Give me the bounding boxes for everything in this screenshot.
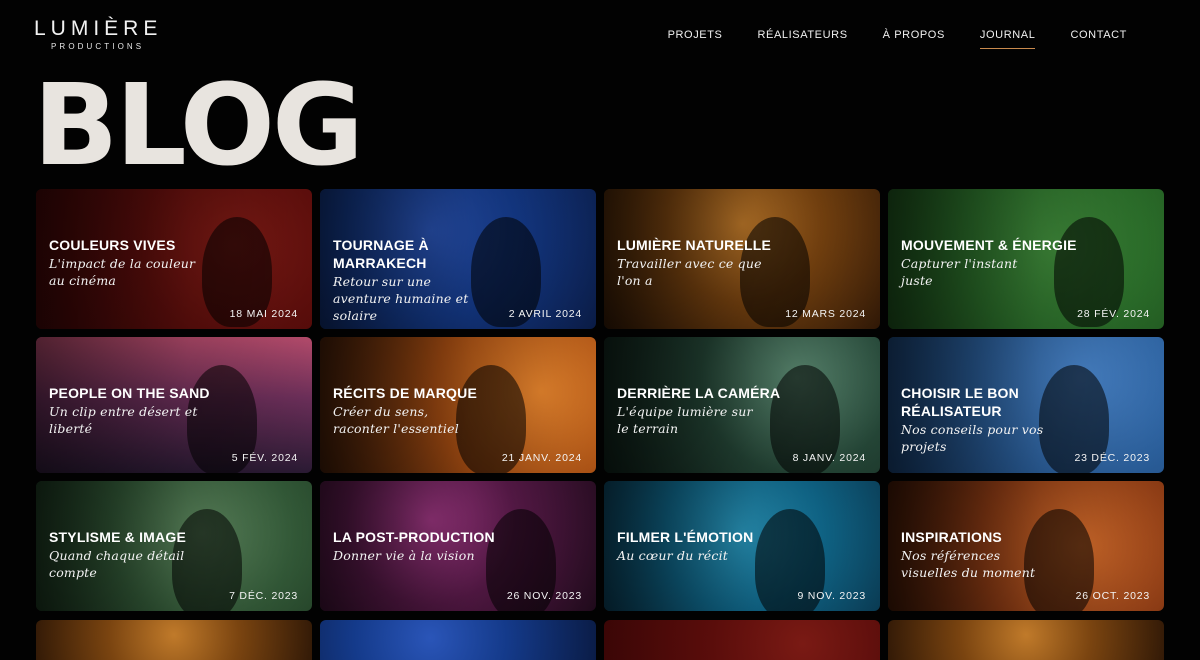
main-nav: PROJETS RÉALISATEURS À PROPOS JOURNAL CO…: [633, 29, 1127, 49]
post-card[interactable]: DERRIÈRE LA CAMÉRA L'équipe lumière sur l…: [604, 337, 880, 473]
post-title: RÉCITS DE MARQUE Créer du sens, raconter …: [333, 384, 523, 437]
post-date: 26 OCT. 2023: [1075, 590, 1150, 602]
brand-name: LUMIÈRE: [34, 17, 163, 40]
post-card-partial[interactable]: [604, 620, 880, 660]
post-card[interactable]: LUMIÈRE NATURELLE Travailler avec ce que …: [604, 189, 880, 329]
post-subtitle: Donner vie à la vision: [333, 548, 475, 563]
nav-a-propos[interactable]: À PROPOS: [883, 29, 945, 49]
post-date: 2 AVRIL 2024: [508, 308, 582, 320]
post-title: PEOPLE ON THE SAND Un clip entre désert e…: [49, 384, 239, 437]
post-subtitle: Quand chaque détail compte: [49, 548, 185, 580]
post-subtitle: L'équipe lumière sur le terrain: [617, 404, 753, 436]
post-title-text: STYLISME & IMAGE: [49, 529, 186, 545]
nav-projets[interactable]: PROJETS: [668, 29, 723, 49]
post-card[interactable]: LA POST-PRODUCTION Donner vie à la vision…: [320, 481, 596, 611]
post-title-text: DERRIÈRE LA CAMÉRA: [617, 385, 781, 401]
post-card[interactable]: MOUVEMENT & ÉNERGIE Capturer l'instant ju…: [888, 189, 1164, 329]
page-title: BLOG: [33, 61, 364, 191]
post-card[interactable]: COULEURS VIVES L'impact de la couleur au …: [36, 189, 312, 329]
post-subtitle: L'impact de la couleur au cinéma: [49, 256, 196, 288]
post-date: 12 MARS 2024: [785, 308, 866, 320]
post-card[interactable]: RÉCITS DE MARQUE Créer du sens, raconter …: [320, 337, 596, 473]
post-title: STYLISME & IMAGE Quand chaque détail comp…: [49, 528, 239, 581]
post-subtitle: Nos conseils pour vos projets: [901, 422, 1044, 454]
post-date: 5 FÉV. 2024: [231, 452, 298, 464]
post-date: 21 JANV. 2024: [501, 452, 582, 464]
nav-journal[interactable]: JOURNAL: [979, 29, 1036, 49]
post-title-text: PEOPLE ON THE SAND: [49, 385, 210, 401]
post-title: CHOISIR LE BON RÉALISATEUR Nos conseils p…: [901, 384, 1091, 455]
post-title: LA POST-PRODUCTION Donner vie à la vision: [333, 528, 523, 564]
post-subtitle: Créer du sens, raconter l'essentiel: [333, 404, 459, 436]
post-title-text: RÉCITS DE MARQUE: [333, 385, 477, 401]
post-card-partial[interactable]: [320, 620, 596, 660]
post-title: DERRIÈRE LA CAMÉRA L'équipe lumière sur l…: [617, 384, 807, 437]
post-title: LUMIÈRE NATURELLE Travailler avec ce que …: [617, 236, 807, 289]
post-title-text: MOUVEMENT & ÉNERGIE: [901, 237, 1077, 253]
post-date: 9 NOV. 2023: [797, 590, 866, 602]
post-card-partial[interactable]: [36, 620, 312, 660]
post-title: MOUVEMENT & ÉNERGIE Capturer l'instant ju…: [901, 236, 1091, 289]
post-date: 18 MAI 2024: [229, 308, 298, 320]
post-subtitle: Travailler avec ce que l'on a: [617, 256, 762, 288]
post-date: 23 DÉC. 2023: [1074, 452, 1150, 464]
post-date: 28 FÉV. 2024: [1077, 308, 1150, 320]
blog-post-grid-next-row: [36, 620, 1165, 660]
post-title-text: TOURNAGE À MARRAKECH: [333, 237, 429, 271]
post-title: INSPIRATIONS Nos références visuelles du …: [901, 528, 1091, 581]
post-title-text: COULEURS VIVES: [49, 237, 176, 253]
post-card[interactable]: CHOISIR LE BON RÉALISATEUR Nos conseils p…: [888, 337, 1164, 473]
post-subtitle: Retour sur une aventure humaine et solai…: [333, 274, 469, 323]
post-title: COULEURS VIVES L'impact de la couleur au …: [49, 236, 239, 289]
post-card[interactable]: FILMER L'ÉMOTION Au cœur du récit 9 NOV. 2…: [604, 481, 880, 611]
post-subtitle: Au cœur du récit: [617, 548, 729, 563]
post-title-text: INSPIRATIONS: [901, 529, 1002, 545]
post-title-text: FILMER L'ÉMOTION: [617, 529, 754, 545]
brand-tagline: PRODUCTIONS: [51, 42, 145, 51]
post-date: 7 DÉC. 2023: [229, 590, 298, 602]
post-title-text: CHOISIR LE BON RÉALISATEUR: [901, 385, 1019, 419]
post-subtitle: Nos références visuelles du moment: [901, 548, 1036, 580]
post-subtitle: Capturer l'instant juste: [901, 256, 1018, 288]
post-title-text: LUMIÈRE NATURELLE: [617, 237, 772, 253]
post-subtitle: Un clip entre désert et liberté: [49, 404, 198, 436]
post-title: FILMER L'ÉMOTION Au cœur du récit: [617, 528, 807, 564]
post-title-text: LA POST-PRODUCTION: [333, 529, 495, 545]
nav-realisateurs[interactable]: RÉALISATEURS: [758, 29, 848, 49]
post-date: 26 NOV. 2023: [506, 590, 582, 602]
post-card[interactable]: STYLISME & IMAGE Quand chaque détail comp…: [36, 481, 312, 611]
post-date: 8 JANV. 2024: [792, 452, 866, 464]
post-card-partial[interactable]: [888, 620, 1164, 660]
brand-logo[interactable]: LUMIÈRE PRODUCTIONS: [34, 18, 164, 51]
blog-post-grid: COULEURS VIVES L'impact de la couleur au …: [36, 189, 1165, 611]
post-title: TOURNAGE À MARRAKECH Retour sur une avent…: [333, 236, 523, 324]
post-card[interactable]: TOURNAGE À MARRAKECH Retour sur une avent…: [320, 189, 596, 329]
post-card[interactable]: PEOPLE ON THE SAND Un clip entre désert e…: [36, 337, 312, 473]
post-card[interactable]: INSPIRATIONS Nos références visuelles du …: [888, 481, 1164, 611]
nav-contact[interactable]: CONTACT: [1070, 29, 1127, 49]
